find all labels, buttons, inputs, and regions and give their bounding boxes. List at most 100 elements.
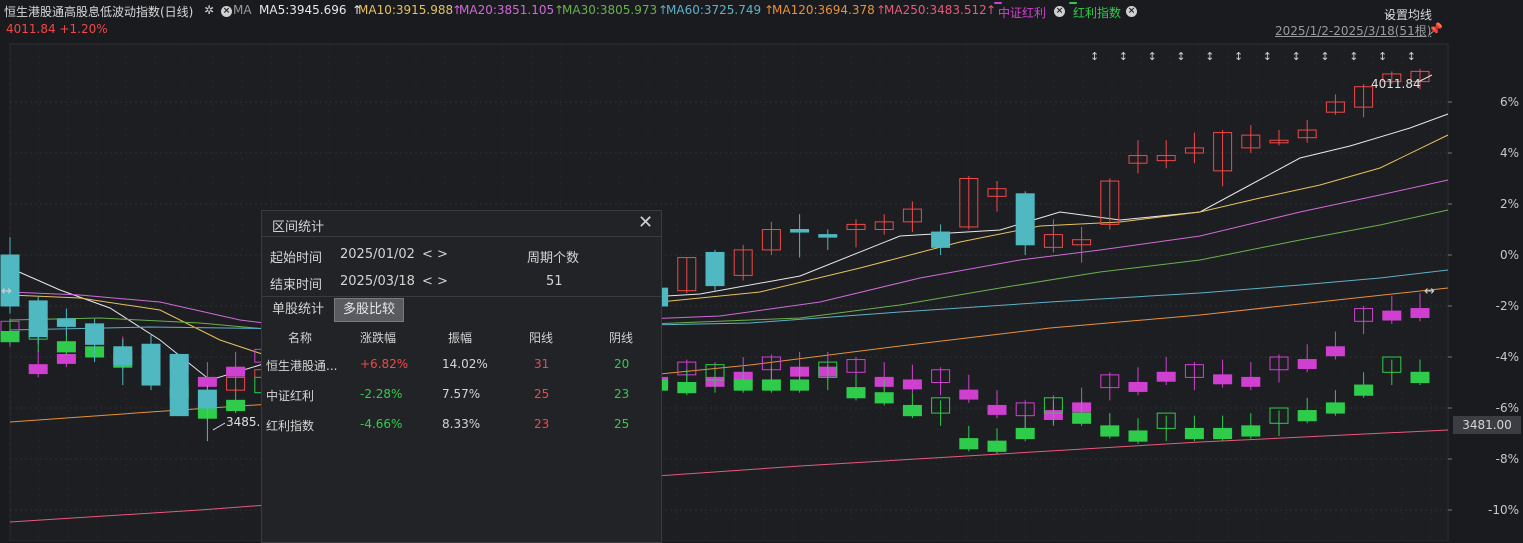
compare-candle-body [56, 353, 76, 364]
price-change: 4011.84 +1.20% [6, 22, 108, 36]
compare-candle-body [1241, 376, 1261, 387]
candle-body [56, 318, 76, 327]
row-down-count: 23 [614, 387, 630, 401]
col-name: 名称 [288, 331, 313, 345]
candle-body [790, 229, 810, 233]
row-name: 红利指数 [266, 419, 315, 433]
compare-candle-body [1325, 346, 1345, 357]
candle-body [931, 231, 951, 248]
compare-candle-body [790, 379, 810, 391]
up-marker-icon: ↕ [1148, 50, 1157, 63]
candle-body [705, 251, 725, 287]
row-change: -2.28% [360, 387, 403, 401]
table-header: 名称 涨跌幅 振幅 阳线 阴线 [262, 327, 661, 351]
row-up-count: 31 [534, 357, 550, 371]
row-amplitude: 14.02% [442, 357, 488, 371]
period-count-label: 周期个数 [527, 251, 580, 266]
compare-candle-body [0, 331, 20, 343]
high-label: 4011.84 [1371, 77, 1421, 91]
pin-icon[interactable]: 📌 [1428, 22, 1443, 36]
compare-candle-body [846, 387, 866, 399]
compare-candle-body [1241, 425, 1261, 437]
start-time-label: 起始时间 [270, 251, 323, 266]
compare-tag-zhongzheng[interactable]: 中证红利 [994, 2, 1046, 20]
pct-tick-label: -8% [1496, 452, 1519, 466]
compare-candle-body [959, 389, 979, 400]
compare-candle-body [1128, 382, 1148, 392]
current-price-box: 3481.00 [1453, 416, 1521, 434]
start-time-arrows[interactable]: < > [422, 247, 448, 262]
row-amplitude: 8.33% [442, 417, 481, 431]
row-name: 中证红利 [266, 389, 315, 403]
candle-body [818, 234, 838, 238]
row-name: 恒生港股通... [266, 359, 338, 373]
compare-candle-body [959, 438, 979, 450]
compare-candle-body [226, 399, 246, 412]
col-change: 涨跌幅 [360, 331, 397, 345]
ma10-label: MA10:3915.988 [358, 3, 454, 17]
compare-candle-body [1410, 371, 1430, 383]
compare-candle-body [874, 392, 894, 404]
ma5-label: MA5:3945.696 [259, 3, 347, 17]
compare-candle-body [902, 404, 922, 417]
col-amplitude: 振幅 [448, 331, 473, 345]
close-panel-icon[interactable]: ✕ [638, 212, 653, 233]
up-marker-icon: ↕ [1176, 50, 1185, 63]
compare-candle-body [733, 379, 753, 391]
start-time-value: 2025/01/02 [340, 247, 415, 262]
candle-body [169, 353, 189, 417]
ma250-label: MA250:3483.512 [884, 3, 987, 17]
end-time-value: 2025/03/18 [340, 274, 415, 289]
table-row[interactable]: 中证红利 -2.28% 7.57% 25 23 [262, 385, 661, 409]
ma-label: MA [233, 3, 252, 17]
panel-title: 区间统计 [272, 220, 325, 235]
ma30-label: MA30:3805.973 [562, 3, 658, 17]
gear-icon[interactable]: ✲ [204, 3, 214, 17]
pct-tick-label: 2% [1500, 197, 1519, 211]
pct-axis: 6% 4% 2% 0% -2% -4% -6% -8% -10% [1448, 95, 1519, 517]
tab-multi-compare[interactable]: 多股比较 [334, 298, 405, 322]
pct-tick-label: -2% [1496, 299, 1519, 313]
date-range-label: 2025/1/2-2025/3/18(51根) [1275, 24, 1432, 38]
up-marker-icon: ↕ [1349, 50, 1358, 63]
row-change: +6.82% [360, 357, 409, 371]
index-title: 恒生港股通高股息低波动指数(日线) [4, 5, 194, 19]
up-marker-icon: ↕ [1320, 50, 1329, 63]
end-time-arrows[interactable]: < > [422, 274, 448, 289]
pan-right-icon[interactable]: ↔ [1424, 284, 1435, 299]
compare-candle-body [1410, 308, 1430, 318]
candle-body [1015, 193, 1035, 246]
compare-table: 名称 涨跌幅 振幅 阳线 阴线 恒生港股通... +6.82% 14.02% 31 20… [262, 327, 661, 433]
row-amplitude: 7.57% [442, 387, 481, 401]
candle-body [85, 323, 105, 345]
up-arrow-icon: ↑ [986, 3, 997, 17]
compare-candle-body [1354, 384, 1374, 396]
compare-candle-body [1100, 425, 1120, 437]
pct-tick-label: 0% [1500, 248, 1519, 262]
kline-chart[interactable]: 6% 4% 2% 0% -2% -4% -6% -8% -10% ↕ ↕ ↕ ↕ ↕ ↕ ↕ ↕ ↕ ↕ ↕ ↕ 40… [0, 40, 1523, 541]
compare-candle-body [677, 382, 697, 394]
up-marker-icon: ↕ [1205, 50, 1214, 63]
panel-header: 区间统计 ✕ [262, 211, 661, 237]
pct-tick-label: -10% [1488, 503, 1519, 517]
compare-candle-body [1325, 402, 1345, 414]
pan-left-icon[interactable]: ↔ [1, 284, 12, 299]
candle-body [28, 300, 48, 338]
compare-tag-hongli[interactable]: 红利指数 [1069, 2, 1121, 20]
compare-candle-body [1015, 427, 1035, 440]
compare-candle-body [1156, 371, 1176, 382]
compare-candle-body [1213, 427, 1233, 440]
table-row[interactable]: 恒生港股通... +6.82% 14.02% 31 20 [262, 355, 661, 379]
interval-stats-panel: 区间统计 ✕ 起始时间 2025/01/02 < > 周期个数 结束时间 202… [261, 210, 662, 543]
tab-single-stats[interactable]: 单股统计 [264, 298, 332, 322]
compare-candle-body [761, 379, 781, 391]
candle-body [113, 346, 133, 366]
table-row[interactable]: 红利指数 -4.66% 8.33% 23 25 [262, 415, 661, 439]
compare-candle-body [1184, 427, 1204, 440]
candle-body [197, 389, 217, 409]
row-change: -4.66% [360, 417, 403, 431]
compare-candle-body [1297, 359, 1317, 369]
compare-candle-body [1072, 412, 1092, 424]
up-marker-icon: ↕ [1090, 50, 1099, 63]
pct-tick-label: -6% [1496, 401, 1519, 415]
